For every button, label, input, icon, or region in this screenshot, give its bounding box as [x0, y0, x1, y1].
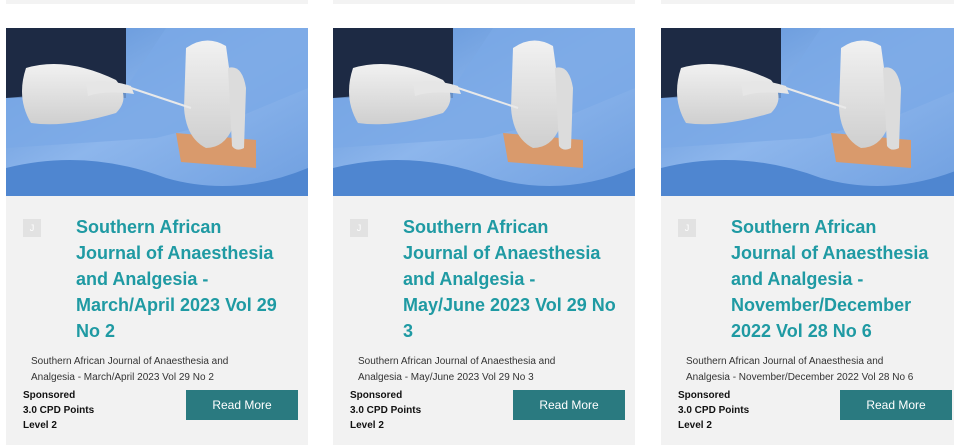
- gloved-hands-injection-photo: [661, 28, 954, 196]
- previous-card-edge: [661, 0, 954, 4]
- card-title-link[interactable]: Southern African Journal of Anaesthesia …: [671, 196, 944, 344]
- previous-card-edge: [333, 0, 635, 4]
- course-card: J Southern African Journal of Anaesthesi…: [333, 28, 635, 445]
- gloved-hands-injection-photo: [6, 28, 308, 196]
- level-label: Level 2: [23, 420, 57, 431]
- card-description: Southern African Journal of Anaesthesia …: [686, 356, 914, 383]
- card-body: J Southern African Journal of Anaesthesi…: [6, 196, 308, 386]
- course-grid: J Southern African Journal of Anaesthesi…: [0, 0, 954, 445]
- journal-icon: J: [350, 219, 368, 237]
- level-label: Level 2: [350, 420, 384, 431]
- level-label: Level 2: [678, 420, 712, 431]
- card-footer: Sponsored 3.0 CPD Points Level 2 Read Mo…: [350, 385, 625, 433]
- course-card: J Southern African Journal of Anaesthesi…: [6, 28, 308, 445]
- read-more-button[interactable]: Read More: [840, 390, 952, 420]
- card-title-link[interactable]: Southern African Journal of Anaesthesia …: [16, 196, 298, 344]
- cpd-points: 3.0 CPD Points: [23, 405, 95, 416]
- course-image[interactable]: [333, 28, 635, 196]
- card-description: Southern African Journal of Anaesthesia …: [358, 356, 556, 383]
- cpd-meta: Sponsored 3.0 CPD Points Level 2: [350, 388, 421, 433]
- sponsored-label: Sponsored: [678, 390, 731, 401]
- card-footer: Sponsored 3.0 CPD Points Level 2 Read Mo…: [23, 385, 298, 433]
- read-more-button[interactable]: Read More: [186, 390, 298, 420]
- card-body: J Southern African Journal of Anaesthesi…: [333, 196, 635, 386]
- cpd-meta: Sponsored 3.0 CPD Points Level 2: [678, 388, 749, 433]
- card-title-link[interactable]: Southern African Journal of Anaesthesia …: [343, 196, 625, 344]
- cpd-points: 3.0 CPD Points: [678, 405, 750, 416]
- previous-card-edge: [6, 0, 308, 4]
- cpd-points: 3.0 CPD Points: [350, 405, 422, 416]
- course-card: J Southern African Journal of Anaesthesi…: [661, 28, 954, 445]
- card-body: J Southern African Journal of Anaesthesi…: [661, 196, 954, 386]
- card-footer: Sponsored 3.0 CPD Points Level 2 Read Mo…: [678, 385, 952, 433]
- card-description: Southern African Journal of Anaesthesia …: [31, 356, 229, 383]
- gloved-hands-injection-photo: [333, 28, 635, 196]
- journal-icon: J: [678, 219, 696, 237]
- sponsored-label: Sponsored: [350, 390, 403, 401]
- journal-icon: J: [23, 219, 41, 237]
- cpd-meta: Sponsored 3.0 CPD Points Level 2: [23, 388, 94, 433]
- course-image[interactable]: [661, 28, 954, 196]
- read-more-button[interactable]: Read More: [513, 390, 625, 420]
- course-image[interactable]: [6, 28, 308, 196]
- sponsored-label: Sponsored: [23, 390, 76, 401]
